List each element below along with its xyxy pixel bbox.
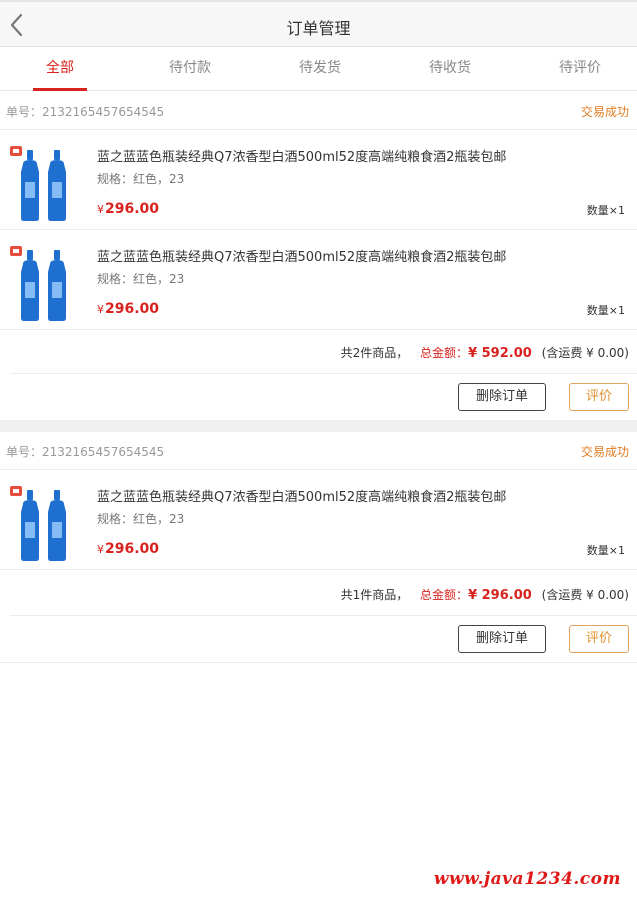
product-quantity: 数量×1 — [586, 204, 625, 217]
summary-text: 共1件商品， 总金额：¥ 296.00 (含运费 ¥ 0.00) — [341, 586, 629, 603]
order-header: 单号：2132165457654545 交易成功 — [0, 92, 637, 130]
product-spec: 规格：红色，23 — [97, 512, 185, 526]
section-gap — [0, 420, 637, 432]
product-quantity: 数量×1 — [586, 544, 625, 557]
price-value: 296.00 — [105, 201, 160, 217]
product-price: ¥296.00 — [97, 301, 159, 317]
price-value: 296.00 — [105, 541, 160, 557]
review-button[interactable]: 评价 — [569, 383, 629, 411]
product-price: ¥296.00 — [97, 541, 159, 557]
product-name: 蓝之蓝蓝色瓶装经典Q7浓香型白酒500ml52度高端纯粮食酒2瓶装包邮 — [97, 150, 507, 165]
total-amount: ¥ 592.00 — [468, 346, 532, 361]
product-spec: 规格：红色，23 — [97, 272, 185, 286]
item-count: 共1件商品， — [340, 588, 409, 602]
order-card: 单号：2132165457654545 交易成功 蓝之蓝蓝色瓶装经典Q7浓香型白… — [0, 432, 637, 662]
tab-all[interactable]: 全部 — [15, 47, 105, 91]
delete-order-button[interactable]: 删除订单 — [458, 625, 546, 653]
order-card: 单号：2132165457654545 交易成功 蓝之蓝蓝色瓶装经典Q7浓香型白… — [0, 92, 637, 420]
product-quantity: 数量×1 — [586, 304, 625, 317]
order-header: 单号：2132165457654545 交易成功 — [0, 432, 637, 470]
order-item[interactable]: 蓝之蓝蓝色瓶装经典Q7浓香型白酒500ml52度高端纯粮食酒2瓶装包邮 规格：红… — [0, 230, 637, 330]
total-label: 总金额： — [420, 588, 469, 602]
total-amount: ¥ 296.00 — [468, 588, 532, 603]
order-tabs: 全部 待付款 待发货 待收货 待评价 — [0, 47, 637, 91]
order-item[interactable]: 蓝之蓝蓝色瓶装经典Q7浓香型白酒500ml52度高端纯粮食酒2瓶装包邮 规格：红… — [0, 470, 637, 570]
tab-pending-receipt[interactable]: 待收货 — [405, 47, 495, 91]
currency-symbol: ¥ — [97, 303, 104, 316]
currency-symbol: ¥ — [97, 543, 104, 556]
order-number: 单号：2132165457654545 — [6, 445, 165, 459]
order-status: 交易成功 — [580, 445, 629, 459]
tab-pending-payment[interactable]: 待付款 — [145, 47, 235, 91]
tab-pending-review[interactable]: 待评价 — [535, 47, 625, 91]
product-name: 蓝之蓝蓝色瓶装经典Q7浓香型白酒500ml52度高端纯粮食酒2瓶装包邮 — [97, 490, 507, 505]
divider — [0, 662, 637, 663]
summary-text: 共2件商品， 总金额：¥ 592.00 (含运费 ¥ 0.00) — [341, 344, 629, 361]
total-label: 总金额： — [420, 346, 469, 360]
order-item[interactable]: 蓝之蓝蓝色瓶装经典Q7浓香型白酒500ml52度高端纯粮食酒2瓶装包邮 规格：红… — [0, 130, 637, 230]
product-image — [10, 246, 66, 321]
product-price: ¥296.00 — [97, 201, 159, 217]
watermark: www.java1234.com — [433, 869, 621, 889]
delete-order-button[interactable]: 删除订单 — [458, 383, 546, 411]
product-image — [10, 486, 66, 561]
top-bar: 订单管理 — [0, 0, 637, 47]
order-actions: 删除订单 评价 — [0, 374, 637, 420]
item-count: 共2件商品， — [340, 346, 409, 360]
shipping-fee: (含运费 ¥ 0.00) — [541, 588, 629, 602]
tab-pending-shipment[interactable]: 待发货 — [275, 47, 365, 91]
review-button[interactable]: 评价 — [569, 625, 629, 653]
product-name: 蓝之蓝蓝色瓶装经典Q7浓香型白酒500ml52度高端纯粮食酒2瓶装包邮 — [97, 250, 507, 265]
order-status: 交易成功 — [580, 105, 629, 119]
product-image — [10, 146, 66, 221]
order-actions: 删除订单 评价 — [0, 616, 637, 662]
shipping-fee: (含运费 ¥ 0.00) — [541, 346, 629, 360]
product-spec: 规格：红色，23 — [97, 172, 185, 186]
order-number: 单号：2132165457654545 — [6, 105, 165, 119]
currency-symbol: ¥ — [97, 203, 104, 216]
price-value: 296.00 — [105, 301, 160, 317]
order-summary: 共1件商品， 总金额：¥ 296.00 (含运费 ¥ 0.00) — [0, 573, 637, 615]
order-summary: 共2件商品， 总金额：¥ 592.00 (含运费 ¥ 0.00) — [0, 331, 637, 373]
page-title: 订单管理 — [286, 19, 351, 38]
